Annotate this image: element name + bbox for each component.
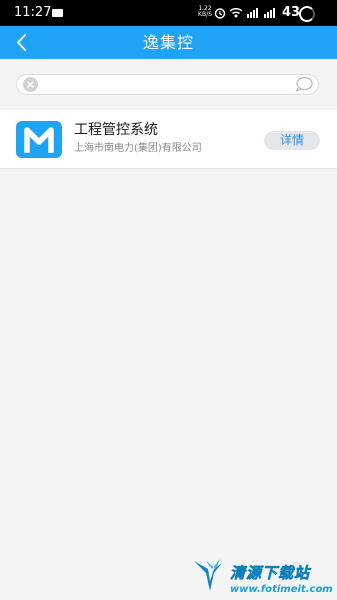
network-speed: 1.22 KB/S xyxy=(197,6,213,18)
watermark-logo-icon xyxy=(194,559,222,591)
status-bar: 11:27 1.22 KB/S 43 xyxy=(0,0,337,26)
battery-level: 43 xyxy=(282,5,301,20)
search-area xyxy=(0,59,337,110)
chevron-left-icon xyxy=(17,34,26,51)
back-button[interactable] xyxy=(10,30,34,55)
x-mark-icon xyxy=(27,81,34,88)
nav-bar: 逸集控 xyxy=(0,26,337,59)
watermark: 清源下载站 www.fotimeit.com xyxy=(192,553,333,598)
image-notification-icon xyxy=(52,9,63,17)
signal-icon-1 xyxy=(247,8,258,18)
app-name: 工程管控系统 xyxy=(74,122,158,138)
status-time: 11:27 xyxy=(14,5,52,20)
alarm-icon xyxy=(214,8,226,19)
watermark-title: 清源下载站 xyxy=(230,564,311,583)
clear-icon[interactable] xyxy=(23,77,38,92)
app-company: 上海市南电力(集团)有限公司 xyxy=(74,143,202,154)
page-title: 逸集控 xyxy=(142,33,194,52)
detail-button[interactable]: 详情 xyxy=(264,131,320,150)
search-input[interactable] xyxy=(16,74,319,95)
m-logo-icon xyxy=(16,121,62,158)
battery-icon xyxy=(299,6,315,22)
list-item[interactable]: 工程管控系统 上海市南电力(集团)有限公司 详情 xyxy=(0,110,337,169)
signal-icon-2 xyxy=(264,8,275,18)
watermark-url: www.fotimeit.com xyxy=(230,584,333,595)
wifi-icon xyxy=(229,7,243,18)
chat-bubble-icon[interactable] xyxy=(295,76,313,92)
network-speed-unit: KB/S xyxy=(198,11,212,18)
